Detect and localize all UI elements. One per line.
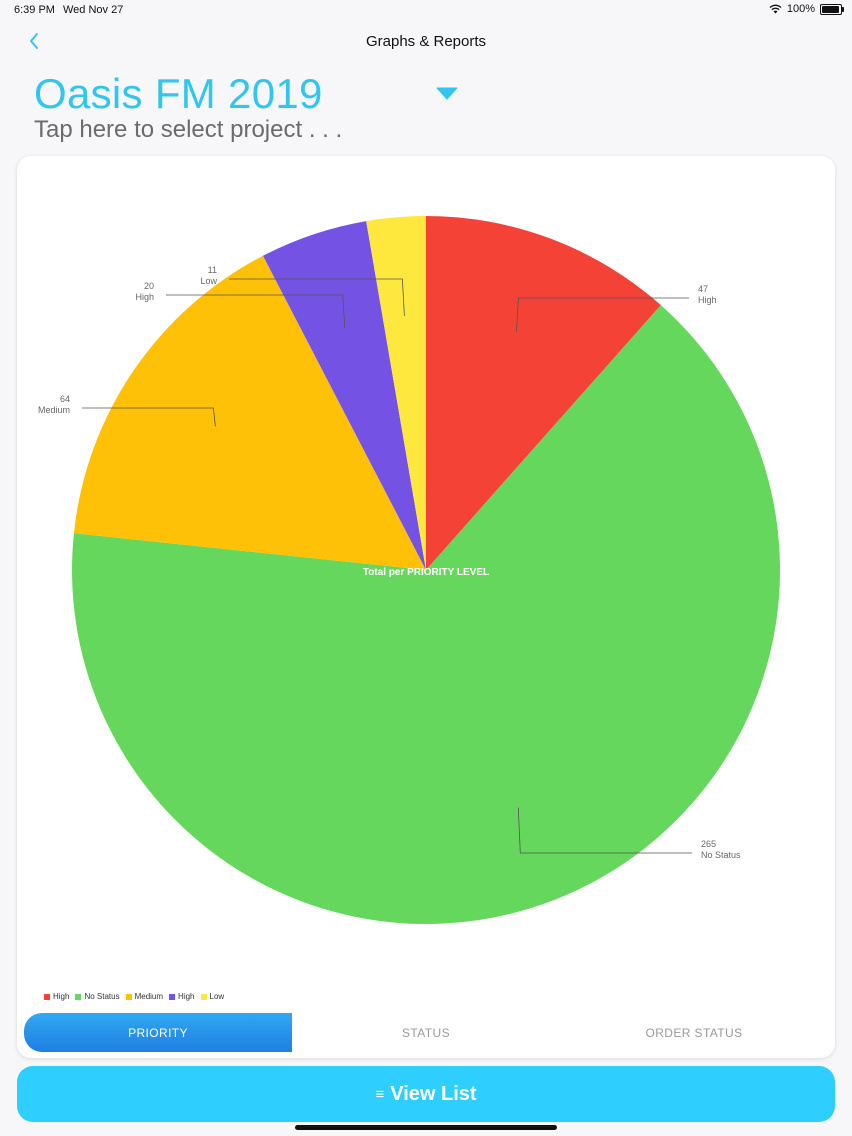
- status-bar: 6:39 PM Wed Nov 27 100%: [0, 0, 852, 22]
- tab-status[interactable]: STATUS: [292, 1013, 560, 1052]
- nav-bar: Graphs & Reports: [0, 28, 852, 56]
- legend-label: No Status: [84, 992, 120, 1001]
- pie-value-label: 265: [701, 839, 716, 849]
- legend-label: High: [53, 992, 70, 1001]
- battery-percent: 100%: [786, 3, 815, 15]
- legend-item: High: [44, 992, 69, 1001]
- pie-category-label: Low: [200, 276, 217, 286]
- pie-value-label: 47: [698, 284, 708, 294]
- status-time: 6:39 PM: [14, 4, 55, 16]
- legend-swatch: [125, 993, 132, 1000]
- wifi-icon: [769, 4, 782, 14]
- legend-label: High: [178, 992, 195, 1001]
- view-list-button[interactable]: ≡ View List: [17, 1066, 835, 1122]
- pie-category-label: No Status: [701, 850, 741, 860]
- pie-value-label: 11: [208, 265, 217, 275]
- triangle-down-icon[interactable]: [436, 86, 458, 100]
- pie-value-label: 20: [144, 281, 154, 291]
- project-title[interactable]: Oasis FM 2019: [34, 70, 323, 118]
- legend-label: Medium: [134, 992, 164, 1001]
- chart-card: 47 High 265 No Status 64 Medium 20 High 11 Low Tot…: [17, 156, 835, 1058]
- legend-swatch: [44, 993, 50, 1000]
- status-date: Wed Nov 27: [63, 4, 124, 16]
- pie-chart: 47High265No Status64Medium20High11LowTot…: [38, 216, 780, 924]
- status-right: 100%: [769, 3, 844, 15]
- legend-item: High: [169, 992, 195, 1001]
- legend-swatch: [200, 993, 207, 1000]
- tab-priority[interactable]: PRIORITY: [24, 1013, 292, 1052]
- pie-category-label: Medium: [38, 405, 70, 415]
- chart-legend: High No Status Medium High Low: [44, 992, 224, 1001]
- legend-swatch: [75, 993, 82, 1000]
- tab-order-status[interactable]: ORDER STATUS: [560, 1013, 828, 1052]
- legend-label: Low: [209, 992, 225, 1001]
- select-project-prompt[interactable]: Tap here to select project . . .: [34, 116, 342, 144]
- pie-center-label: Total per PRIORITY LEVEL: [363, 567, 489, 578]
- legend-swatch: [169, 993, 176, 1000]
- home-indicator: [295, 1125, 557, 1130]
- view-list-label: View List: [390, 1082, 477, 1105]
- legend-item: Low: [200, 992, 225, 1001]
- pie-category-label: High: [135, 292, 154, 302]
- legend-item: Medium: [125, 992, 164, 1001]
- nav-title: Graphs & Reports: [365, 33, 487, 50]
- pie-category-label: High: [698, 295, 717, 305]
- battery-icon: [820, 3, 844, 15]
- chart-tabs: PRIORITY STATUS ORDER STATUS: [24, 1013, 828, 1052]
- legend-item: No Status: [75, 992, 120, 1001]
- list-icon: ≡: [375, 1085, 385, 1103]
- pie-value-label: 64: [60, 394, 70, 404]
